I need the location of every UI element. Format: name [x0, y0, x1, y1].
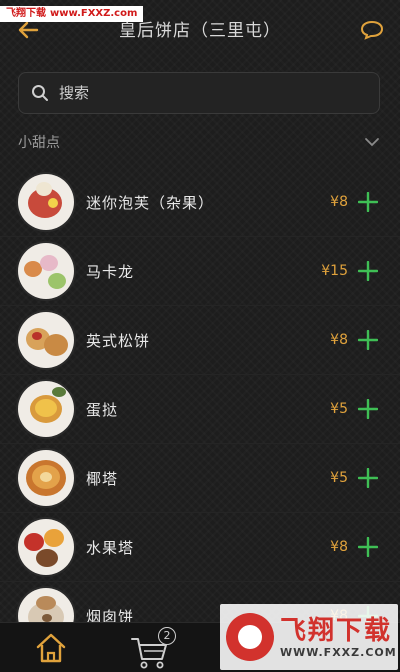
product-price: ¥15	[321, 263, 348, 279]
product-price: ¥8	[330, 194, 348, 210]
product-price: ¥5	[330, 401, 348, 417]
add-to-cart-button[interactable]	[356, 328, 380, 352]
product-price: ¥8	[330, 539, 348, 555]
product-price: ¥8	[330, 332, 348, 348]
plus-icon	[358, 330, 378, 350]
product-name: 英式松饼	[86, 331, 151, 350]
product-thumbnail	[18, 243, 74, 299]
plus-icon	[358, 261, 378, 281]
watermark-top: 飞翔下载 www.FXXZ.com	[0, 6, 144, 22]
search-box[interactable]	[18, 72, 380, 114]
arrow-left-icon	[18, 21, 39, 39]
plus-icon	[358, 192, 378, 212]
add-to-cart-button[interactable]	[356, 466, 380, 490]
product-name: 椰塔	[86, 469, 119, 488]
list-item[interactable]: 水果塔 ¥8	[0, 513, 400, 582]
search-input[interactable]	[59, 84, 359, 102]
watermark-logo	[226, 613, 274, 661]
tab-home[interactable]	[34, 631, 68, 665]
watermark-text: 飞翔下载 WWW.FXXZ.COM	[280, 616, 397, 659]
search-icon	[32, 85, 48, 101]
list-item[interactable]: 英式松饼 ¥8	[0, 306, 400, 375]
product-name: 马卡龙	[86, 262, 135, 281]
product-name: 迷你泡芙（杂果）	[86, 193, 215, 212]
watermark-url: www.FXXZ.com	[50, 8, 138, 19]
product-thumbnail	[18, 588, 74, 622]
product-thumbnail	[18, 519, 74, 575]
category-header[interactable]: 小甜点	[18, 128, 380, 156]
home-icon	[36, 633, 66, 663]
cart-count-badge: 2	[158, 627, 176, 645]
product-thumbnail	[18, 381, 74, 437]
product-price: ¥5	[330, 470, 348, 486]
add-to-cart-button[interactable]	[356, 397, 380, 421]
product-thumbnail	[18, 174, 74, 230]
product-name: 蛋挞	[86, 400, 119, 419]
add-to-cart-button[interactable]	[356, 535, 380, 559]
list-item[interactable]: 迷你泡芙（杂果） ¥8	[0, 168, 400, 237]
list-item[interactable]: 蛋挞 ¥5	[0, 375, 400, 444]
chevron-down-icon[interactable]	[364, 137, 380, 147]
watermark-bottom: 飞翔下载 WWW.FXXZ.COM	[220, 604, 398, 670]
add-to-cart-button[interactable]	[356, 190, 380, 214]
product-name: 水果塔	[86, 538, 135, 557]
watermark-brand: 飞翔下载	[6, 8, 46, 19]
plus-icon	[358, 468, 378, 488]
watermark-site: WWW.FXXZ.COM	[280, 645, 397, 659]
list-item[interactable]: 马卡龙 ¥15	[0, 237, 400, 306]
tab-cart[interactable]: 2	[130, 627, 178, 669]
message-button[interactable]	[358, 16, 386, 44]
plus-icon	[358, 399, 378, 419]
list-item[interactable]: 椰塔 ¥5	[0, 444, 400, 513]
watermark-brand: 飞翔下载	[280, 615, 393, 646]
category-label: 小甜点	[18, 135, 60, 151]
product-thumbnail	[18, 312, 74, 368]
product-list: 迷你泡芙（杂果） ¥8 马卡龙 ¥15 英式松饼 ¥8 蛋挞 ¥5 椰塔 ¥5 …	[0, 168, 400, 622]
product-thumbnail	[18, 450, 74, 506]
add-to-cart-button[interactable]	[356, 259, 380, 283]
chat-bubble-icon	[360, 20, 384, 40]
plus-icon	[358, 537, 378, 557]
